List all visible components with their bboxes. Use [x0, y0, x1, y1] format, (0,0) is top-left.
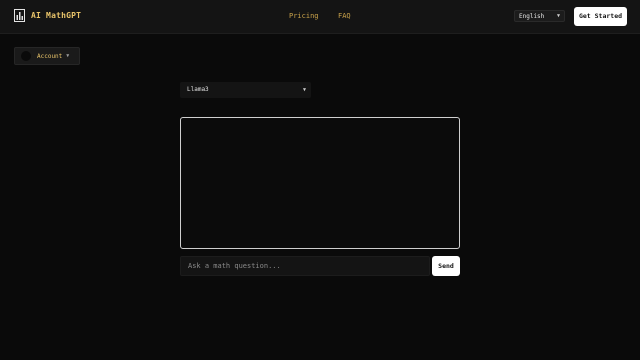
get-started-button[interactable]: Get Started: [574, 7, 627, 26]
brand-title: AI MathGPT: [31, 11, 82, 20]
math-question-input[interactable]: [180, 256, 430, 276]
bar-chart-icon: [14, 9, 25, 22]
chevron-down-icon: ▼: [556, 13, 560, 19]
model-select[interactable]: Llama3 ▼: [180, 82, 311, 98]
send-button[interactable]: Send: [432, 256, 460, 276]
nav-link-faq[interactable]: FAQ: [338, 12, 351, 20]
language-select[interactable]: English ▼: [514, 10, 565, 22]
account-button[interactable]: Account ▼: [14, 47, 80, 65]
model-value: Llama3: [187, 86, 209, 93]
chevron-down-icon: ▼: [66, 53, 70, 59]
chat-output-area[interactable]: [180, 117, 460, 249]
top-navbar: AI MathGPT Pricing FAQ English ▼ Get Sta…: [0, 0, 640, 34]
language-value: English: [519, 13, 545, 20]
nav-link-pricing[interactable]: Pricing: [289, 12, 319, 20]
chevron-down-icon: ▼: [302, 87, 306, 93]
account-label: Account: [37, 52, 63, 60]
brand[interactable]: AI MathGPT: [14, 9, 81, 22]
avatar: [21, 51, 31, 61]
